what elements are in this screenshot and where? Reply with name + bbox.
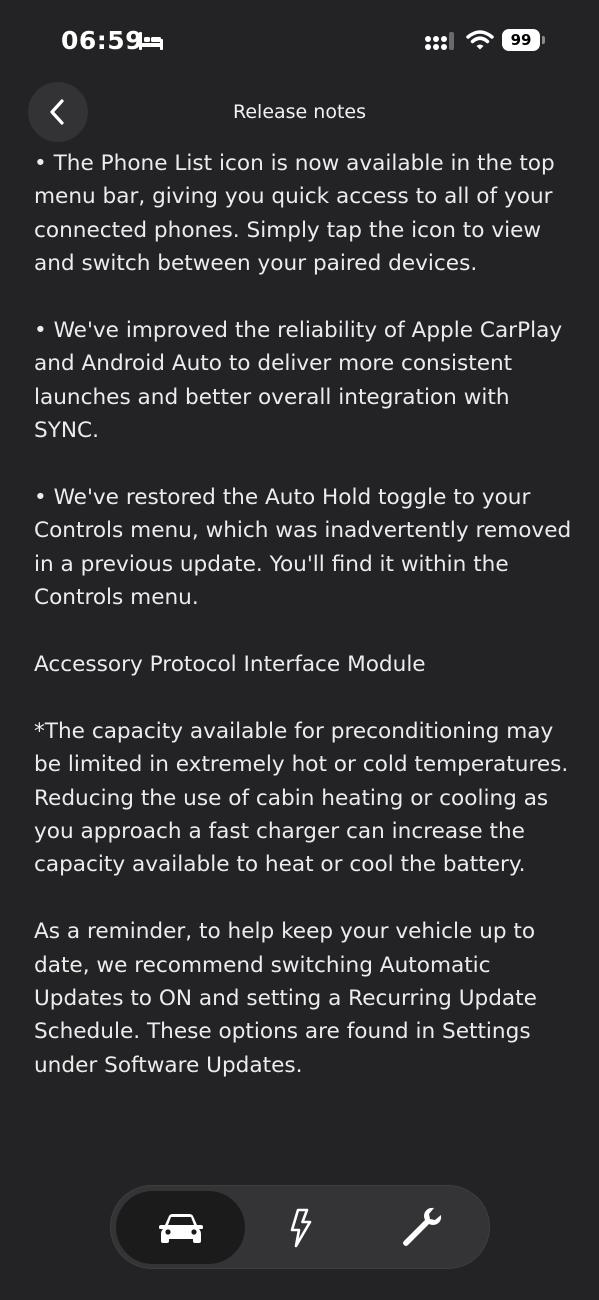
wrench-icon bbox=[403, 1207, 442, 1246]
release-notes-content[interactable]: • The Phone List icon is now available i… bbox=[34, 145, 579, 1160]
nav-item-vehicle[interactable] bbox=[121, 1191, 241, 1264]
page-title: Release notes bbox=[233, 101, 366, 123]
cellular-signal-icon bbox=[425, 32, 454, 50]
lightning-bolt-icon bbox=[290, 1208, 312, 1247]
release-note-heading: Accessory Protocol Interface Module bbox=[34, 652, 426, 678]
release-note-paragraph: • We've improved the reliability of Appl… bbox=[34, 318, 563, 444]
release-note-paragraph: *The capacity available for precondition… bbox=[34, 718, 569, 878]
car-icon bbox=[159, 1213, 203, 1243]
nav-item-charging[interactable] bbox=[241, 1191, 361, 1264]
nav-item-service[interactable] bbox=[361, 1191, 481, 1264]
wifi-icon bbox=[466, 30, 494, 50]
status-time: 06:59 bbox=[61, 26, 144, 55]
battery-icon: 99 bbox=[502, 29, 546, 53]
release-note-paragraph: • The Phone List icon is now available i… bbox=[34, 151, 555, 277]
battery-tip bbox=[542, 36, 545, 44]
release-note-paragraph: • We've restored the Auto Hold toggle to… bbox=[34, 485, 572, 611]
status-bar: 06:59 99 bbox=[0, 0, 599, 80]
battery-level: 99 bbox=[502, 29, 540, 51]
release-note-paragraph: As a reminder, to help keep your vehicle… bbox=[34, 919, 537, 1078]
bottom-nav bbox=[110, 1185, 490, 1269]
bed-icon bbox=[139, 32, 163, 50]
